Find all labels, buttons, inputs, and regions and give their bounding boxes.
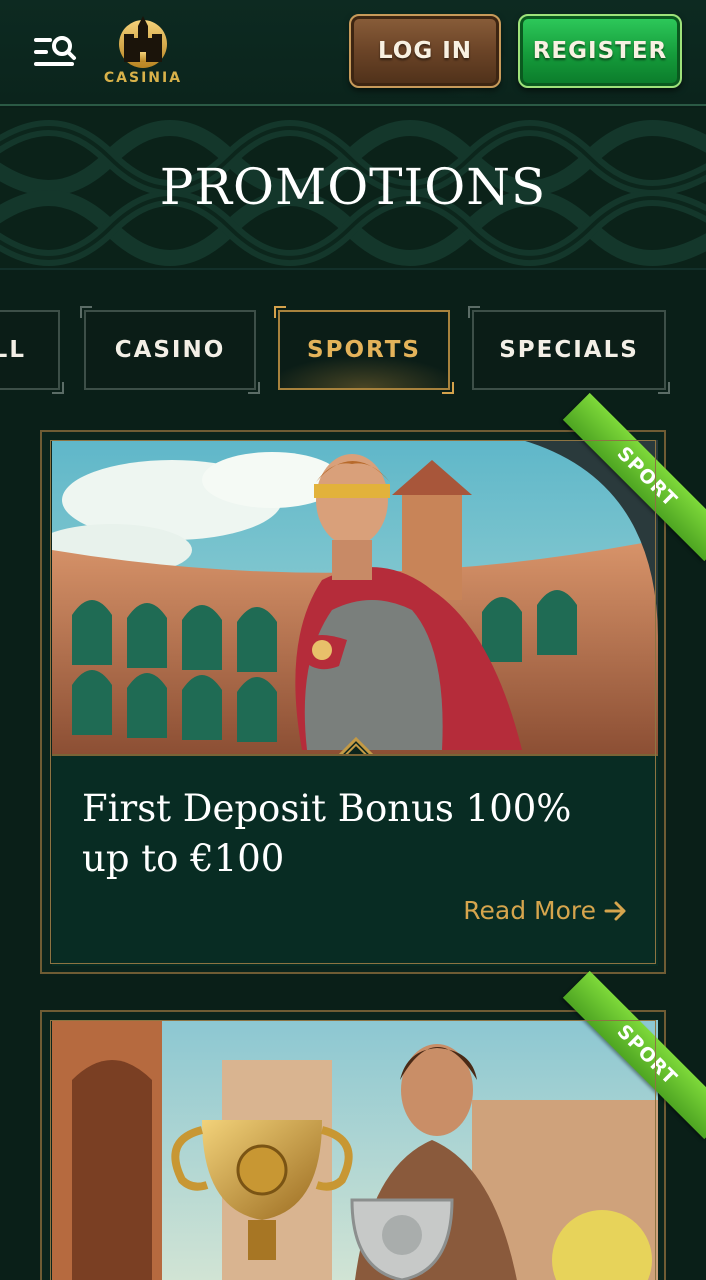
tab-sports[interactable]: SPORTS xyxy=(274,306,454,394)
tab-casino[interactable]: CASINO xyxy=(80,306,260,394)
promo-card[interactable]: SPORT First Deposit Bonus 100% up to €10… xyxy=(40,392,706,974)
tab-label: SPORTS xyxy=(307,337,421,363)
tab-label: ALL xyxy=(0,337,26,363)
promo-title: First Deposit Bonus 100% up to €100 xyxy=(82,787,572,880)
tab-label: CASINO xyxy=(114,337,226,363)
castle-logo-icon xyxy=(119,16,167,68)
logo-text: CASINIA xyxy=(103,70,183,86)
arrow-right-icon xyxy=(604,901,626,920)
promo-category-tabs: ALL CASINO SPORTS SPECIALS xyxy=(0,272,706,412)
promo-card-body: First Deposit Bonus 100% up to €100 Read… xyxy=(52,754,658,966)
promotions-banner: PROMOTIONS xyxy=(0,108,706,270)
read-more-link[interactable]: Read More xyxy=(463,896,628,925)
read-more-label: Read More xyxy=(463,896,596,925)
promo-card[interactable]: SPORT xyxy=(40,970,706,1280)
tab-label: SPECIALS xyxy=(499,337,639,363)
casinia-logo[interactable]: CASINIA xyxy=(100,12,186,92)
tab-all[interactable]: ALL xyxy=(0,310,64,394)
register-button[interactable]: REGISTER xyxy=(518,14,682,88)
menu-search-icon[interactable] xyxy=(30,30,80,74)
page-title: PROMOTIONS xyxy=(159,158,547,216)
promo-image-gladiator xyxy=(52,440,658,754)
promo-image-trophy xyxy=(52,1020,658,1280)
login-button[interactable]: LOG IN xyxy=(349,14,501,88)
site-header: CASINIA LOG IN REGISTER xyxy=(0,0,706,106)
tab-specials[interactable]: SPECIALS xyxy=(468,306,670,394)
